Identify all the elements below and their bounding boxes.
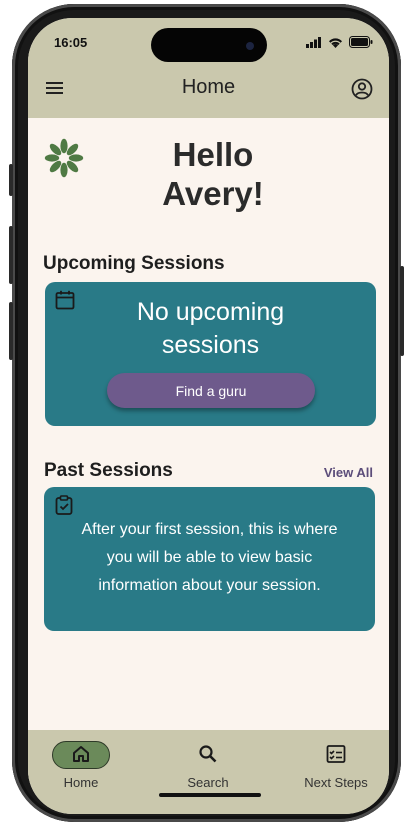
nav-item-home[interactable]: Home [31, 730, 131, 814]
past-text-line-3: information about your session. [98, 577, 321, 594]
past-sessions-card: After your first session, this is where … [44, 487, 375, 631]
greeting-line-1: Hello [172, 136, 254, 173]
view-all-link[interactable]: View All [324, 465, 373, 480]
nav-label-next-steps: Next Steps [304, 775, 368, 790]
volume-up-button [9, 226, 13, 284]
battery-icon [349, 36, 373, 48]
wifi-icon [329, 37, 342, 48]
home-indicator[interactable] [159, 793, 261, 797]
checklist-icon [326, 745, 346, 763]
app-logo-icon [44, 138, 84, 178]
volume-down-button [9, 302, 13, 360]
empty-state-text: No upcoming sessions [45, 296, 376, 362]
nav-item-search[interactable]: Search [158, 730, 258, 814]
nav-item-next-steps[interactable]: Next Steps [286, 730, 386, 814]
bottom-navigation: Home Search Next Steps [28, 730, 389, 814]
nav-label-search: Search [187, 775, 229, 790]
app-screen: 16:05 Home Hello Avery! Upcoming Session… [28, 18, 389, 814]
page-title: Home [181, 76, 236, 98]
clipboard-check-icon [55, 495, 73, 515]
action-button [9, 164, 13, 196]
account-circle-icon[interactable] [351, 78, 373, 100]
signal-icon [306, 36, 321, 48]
nav-label-home: Home [63, 775, 99, 790]
past-sessions-heading: Past Sessions [44, 460, 173, 481]
status-time: 16:05 [54, 35, 88, 50]
empty-state-line-2: sessions [161, 331, 260, 359]
home-icon [73, 746, 89, 762]
find-a-guru-button[interactable]: Find a guru [107, 373, 315, 408]
past-text-line-2: you will be able to view basic [106, 549, 313, 566]
search-icon [199, 745, 217, 763]
greeting: Hello Avery! [148, 135, 278, 213]
past-sessions-empty-text: After your first session, this is where … [64, 516, 355, 600]
upcoming-sessions-heading: Upcoming Sessions [43, 253, 225, 274]
greeting-line-2: Avery! [162, 175, 264, 212]
power-button [400, 266, 404, 356]
camera-icon [246, 42, 254, 50]
empty-state-line-1: No upcoming [136, 298, 285, 326]
app-bar: 16:05 Home [28, 18, 389, 118]
upcoming-sessions-card: No upcoming sessions Find a guru [45, 282, 376, 426]
past-text-line-1: After your first session, this is where [81, 521, 338, 538]
status-icons [306, 36, 373, 48]
